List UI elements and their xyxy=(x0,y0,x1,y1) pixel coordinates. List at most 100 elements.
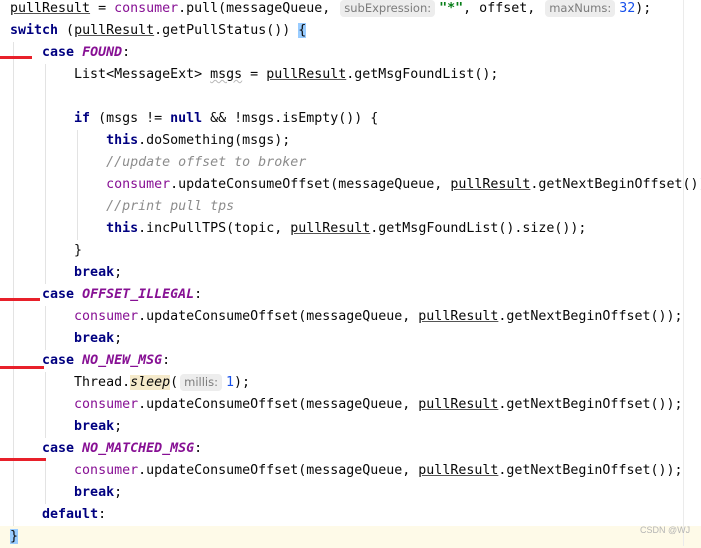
code-line[interactable]: Thread.sleep(millis: 1); xyxy=(10,372,250,394)
code-text: List<MessageExt> xyxy=(10,67,211,82)
code-line[interactable]: consumer.updateConsumeOffset(messageQueu… xyxy=(10,460,682,482)
code-text: } xyxy=(10,243,83,258)
code-line[interactable]: List<MessageExt> msgs = pullResult.getMs… xyxy=(10,64,498,86)
code-line[interactable]: case FOUND: xyxy=(10,42,130,64)
variable-reference: pullResult xyxy=(266,67,347,82)
enum-constant: OFFSET_ILLEGAL xyxy=(82,287,195,302)
code-text: , offset, xyxy=(463,1,544,16)
variable-reference: pullResult xyxy=(418,309,499,324)
code-text: : xyxy=(122,45,131,60)
red-annotation-mark xyxy=(0,298,40,301)
code-line[interactable]: consumer.updateConsumeOffset(messageQueu… xyxy=(10,174,701,196)
keyword: break xyxy=(74,331,115,346)
code-text: .getMsgFoundList(); xyxy=(346,67,499,82)
code-text: .getMsgFoundList().size()); xyxy=(370,221,587,236)
code-text: .pull(messageQueue, xyxy=(178,1,339,16)
parameter-hint: subExpression: xyxy=(340,0,436,17)
red-annotation-mark xyxy=(0,458,46,461)
keyword: break xyxy=(74,485,115,500)
variable-reference: pullResult xyxy=(450,177,531,192)
variable-reference: pullResult xyxy=(290,221,371,236)
code-line[interactable]: case NO_MATCHED_MSG: xyxy=(10,438,202,460)
code-line[interactable]: default: xyxy=(10,504,106,526)
keyword: default xyxy=(42,507,99,522)
code-text: Thread. xyxy=(10,375,131,390)
code-text: : xyxy=(194,441,203,456)
field-name: consumer xyxy=(74,309,139,324)
comment: //update offset to broker xyxy=(106,155,307,170)
variable-reference: pullResult xyxy=(74,23,155,38)
keyword: this xyxy=(106,133,139,148)
code-text: .getNextBeginOffset()); xyxy=(498,463,683,478)
number-literal: 32 xyxy=(619,1,636,16)
code-line[interactable]: break; xyxy=(10,416,122,438)
string-literal: "*" xyxy=(439,1,464,16)
keyword: switch xyxy=(10,23,59,38)
code-editor[interactable]: pullResult = consumer.pull(messageQueue,… xyxy=(0,0,701,548)
code-line[interactable]: consumer.updateConsumeOffset(messageQueu… xyxy=(10,306,682,328)
variable-reference: pullResult xyxy=(10,1,91,16)
field-name: consumer xyxy=(74,463,139,478)
code-text: && !msgs.isEmpty()) { xyxy=(202,111,379,126)
code-text: ; xyxy=(114,419,123,434)
code-text: .getNextBeginOffset()); xyxy=(498,309,683,324)
code-text: ; xyxy=(114,485,123,500)
code-line[interactable]: break; xyxy=(10,262,122,284)
code-line[interactable]: if (msgs != null && !msgs.isEmpty()) { xyxy=(10,108,378,130)
code-text: ); xyxy=(635,1,652,16)
field-name: consumer xyxy=(106,177,171,192)
code-line[interactable]: this.incPullTPS(topic, pullResult.getMsg… xyxy=(10,218,586,240)
code-text: = xyxy=(242,67,267,82)
code-text: .getNextBeginOffset()); xyxy=(530,177,701,192)
code-line[interactable]: pullResult = consumer.pull(messageQueue,… xyxy=(10,0,651,20)
code-text: : xyxy=(194,287,203,302)
code-text: ); xyxy=(234,375,251,390)
code-line[interactable]: break; xyxy=(10,482,122,504)
enum-constant: NO_NEW_MSG xyxy=(82,353,163,368)
code-text: .updateConsumeOffset(messageQueue, xyxy=(138,309,419,324)
parameter-hint: maxNums: xyxy=(545,0,616,17)
code-line[interactable]: //print pull tps xyxy=(10,196,234,218)
code-text: ; xyxy=(114,331,123,346)
code-text: .doSomething(msgs); xyxy=(138,133,291,148)
code-line[interactable]: } xyxy=(10,240,82,262)
code-line[interactable]: switch (pullResult.getPullStatus()) { xyxy=(10,20,307,42)
variable-reference: pullResult xyxy=(418,397,499,412)
code-text: .incPullTPS(topic, xyxy=(138,221,291,236)
keyword: if xyxy=(74,111,91,126)
keyword: case xyxy=(42,45,75,60)
keyword: case xyxy=(42,353,75,368)
code-text: .updateConsumeOffset(messageQueue, xyxy=(138,463,419,478)
red-annotation-mark xyxy=(0,56,32,59)
right-margin-guide xyxy=(683,0,684,546)
field-name: consumer xyxy=(114,1,179,16)
code-line[interactable]: case OFFSET_ILLEGAL: xyxy=(10,284,202,306)
keyword: break xyxy=(74,419,115,434)
code-text: ( xyxy=(170,375,179,390)
code-line[interactable]: this.doSomething(msgs); xyxy=(10,130,290,152)
variable-declaration: msgs xyxy=(210,67,243,82)
code-line[interactable]: break; xyxy=(10,328,122,350)
code-line[interactable]: //update offset to broker xyxy=(10,152,306,174)
parameter-hint: millis: xyxy=(180,374,222,391)
code-text: .getPullStatus()) xyxy=(154,23,299,38)
code-text: = xyxy=(90,1,115,16)
code-line[interactable]: consumer.updateConsumeOffset(messageQueu… xyxy=(10,394,682,416)
current-line-highlight xyxy=(0,526,701,548)
matched-brace: { xyxy=(298,23,307,38)
code-line[interactable]: } xyxy=(10,526,19,548)
keyword: case xyxy=(42,441,75,456)
